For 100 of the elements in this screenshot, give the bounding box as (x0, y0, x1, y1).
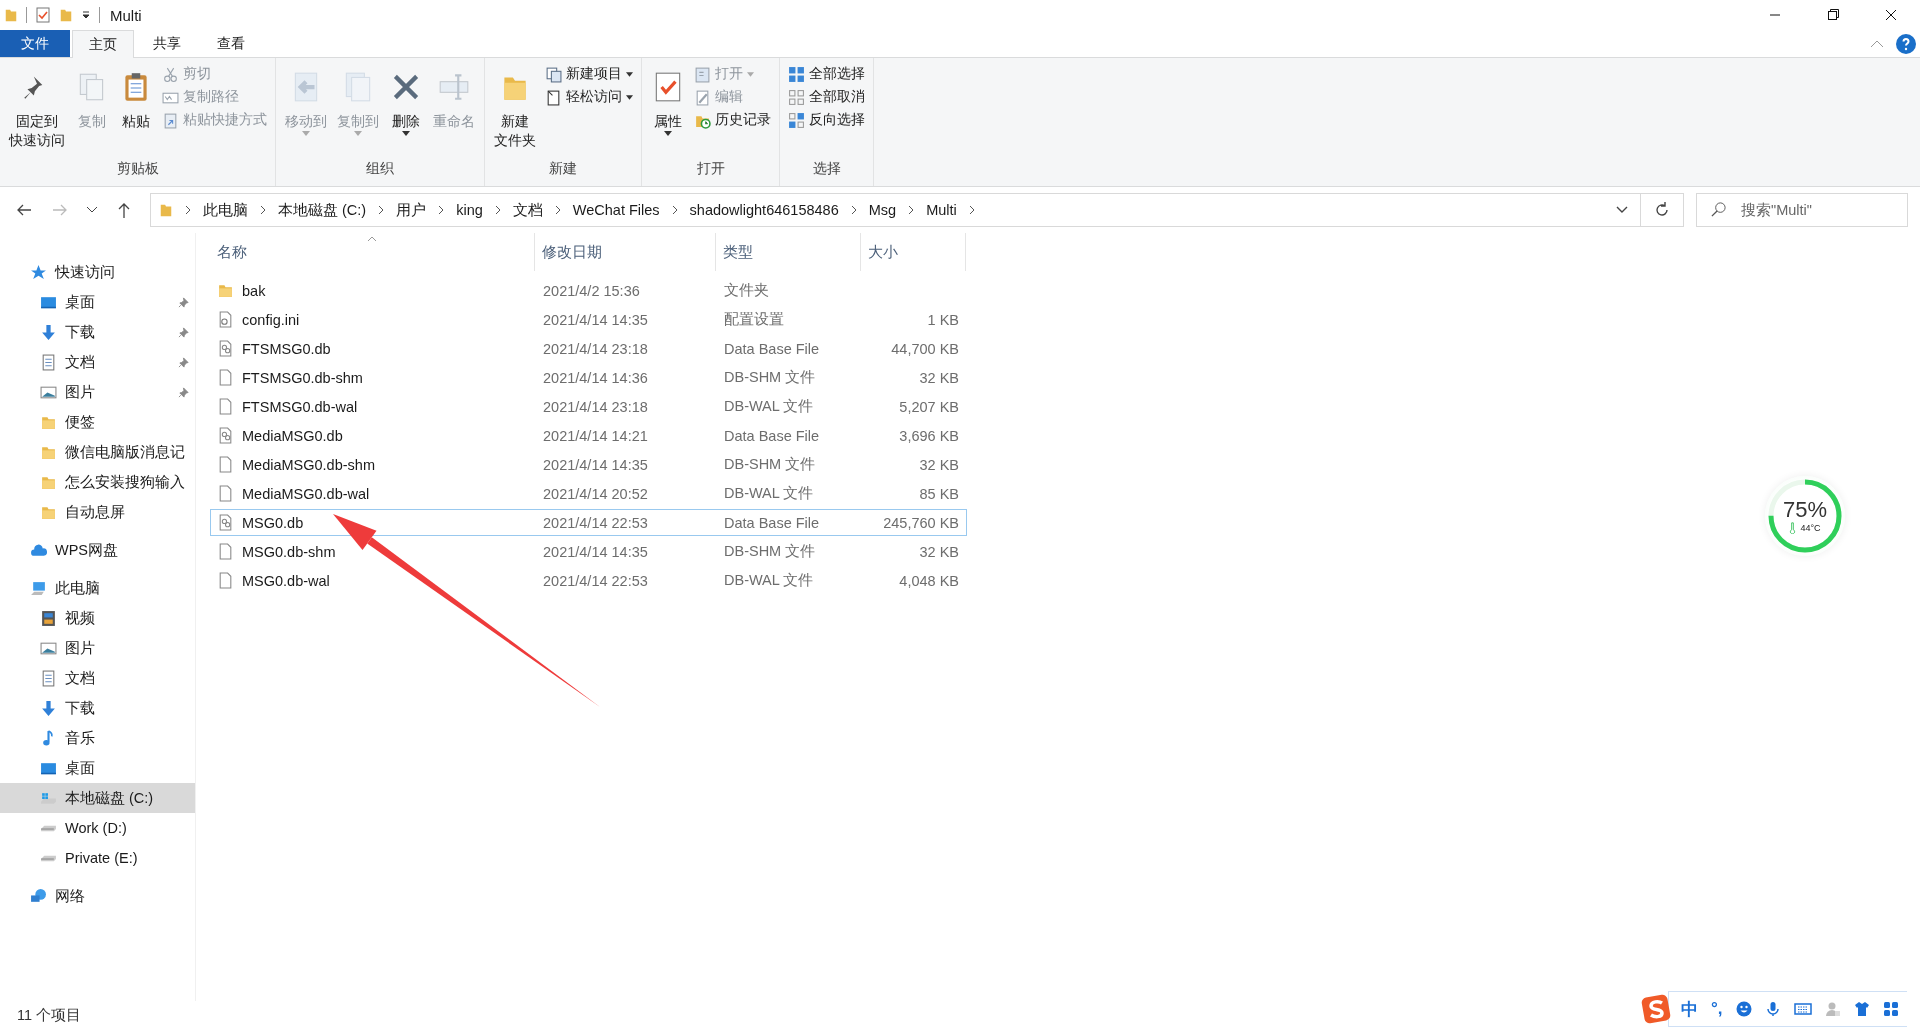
nav-item[interactable]: 便签 (0, 407, 195, 437)
file-name: MediaMSG0.db-shm (242, 456, 375, 473)
file-row[interactable]: FTSMSG0.db-wal 2021/4/14 23:18 DB-WAL 文件 5,207 KB (210, 393, 967, 420)
file-row[interactable]: bak 2021/4/2 15:36 文件夹 (210, 277, 967, 304)
input-mode[interactable]: 中 (1681, 997, 1698, 1021)
chevron-icon[interactable] (378, 205, 385, 215)
column-header[interactable]: 类型 (716, 233, 861, 271)
chevron-icon[interactable] (671, 205, 678, 215)
film-icon (40, 609, 57, 627)
date-cell-text: 2021/4/14 14:36 (542, 369, 649, 386)
keyboard-icon[interactable] (1793, 1002, 1812, 1016)
sort-ascending-icon (367, 236, 377, 242)
microphone-icon[interactable] (1764, 1001, 1781, 1017)
chevron-icon[interactable] (185, 205, 191, 215)
file-row[interactable]: FTSMSG0.db-shm 2021/4/14 14:36 DB-SHM 文件 32 KB (210, 364, 967, 391)
chevron-icon[interactable] (850, 205, 857, 215)
breadcrumb-item[interactable]: king (456, 202, 483, 218)
file-row[interactable]: config.ini 2021/4/14 14:35 配置设置 1 KB (210, 306, 967, 333)
nav-item[interactable]: 此电脑 (0, 573, 195, 603)
help-icon[interactable] (1896, 33, 1916, 54)
chevron-icon[interactable] (438, 205, 445, 215)
search-field[interactable]: 搜索"Multi" (1696, 193, 1908, 227)
nav-item[interactable]: 微信电脑版消息记 (0, 437, 195, 467)
breadcrumb-item[interactable]: Multi (926, 202, 957, 218)
ribbon-button[interactable]: 历史记录 (692, 110, 773, 130)
chevron-icon[interactable] (260, 205, 266, 215)
breadcrumb-item[interactable]: 文档 (512, 200, 543, 220)
file-row[interactable]: MediaMSG0.db-shm 2021/4/14 14:35 DB-SHM 文件 32 KB (210, 451, 967, 478)
file-row[interactable]: MediaMSG0.db-wal 2021/4/14 20:52 DB-WAL 文件 85 KB (210, 480, 967, 507)
dropdown-icon[interactable] (81, 10, 91, 20)
type-cell-text: DB-WAL 文件 (723, 397, 815, 416)
column-header[interactable]: 大小 (861, 233, 966, 271)
file-row[interactable]: MSG0.db-wal 2021/4/14 22:53 DB-WAL 文件 4,048 KB (210, 567, 967, 594)
ribbon-button[interactable]: 反向选择 (786, 110, 867, 130)
sogou-logo-icon[interactable] (1640, 993, 1672, 1025)
nav-item[interactable]: 文档 (0, 663, 195, 693)
ribbon-button[interactable]: 删除 (386, 62, 426, 156)
nav-item[interactable]: 自动息屏 (0, 497, 195, 527)
file-row[interactable]: FTSMSG0.db 2021/4/14 23:18 Data Base File 44,700 KB (210, 335, 967, 362)
breadcrumb-item[interactable]: 此电脑 (203, 200, 248, 220)
breadcrumb-item[interactable]: Msg (868, 202, 897, 218)
ribbon-button[interactable]: 新建 文件夹 (491, 62, 539, 156)
grid-menu-icon[interactable] (1882, 1001, 1899, 1017)
breadcrumb-item[interactable]: shadowlight646158486 (689, 202, 839, 218)
ribbon-button[interactable]: 属性 (648, 62, 688, 156)
nav-item[interactable]: 本地磁盘 (C:) (0, 783, 195, 813)
chevron-icon[interactable] (554, 205, 561, 215)
nav-item[interactable]: 网络 (0, 881, 195, 911)
nav-item[interactable]: 视频 (0, 603, 195, 633)
size-cell: 32 KB (919, 543, 959, 560)
column-header[interactable]: 修改日期 (535, 233, 716, 271)
nav-item[interactable]: 快速访问 (0, 257, 195, 287)
dropdown-icon[interactable] (1616, 206, 1628, 214)
ribbon-button[interactable]: 全部取消 (786, 87, 867, 107)
nav-item[interactable]: 音乐 (0, 723, 195, 753)
punctuation-mode[interactable]: °, (1711, 999, 1723, 1019)
file-row[interactable]: MSG0.db 2021/4/14 22:53 Data Base File 245,760 KB (210, 509, 967, 536)
ribbon-button[interactable]: 新建项目 (543, 64, 635, 84)
properties-icon[interactable] (35, 7, 51, 23)
nav-item[interactable]: 图片 (0, 377, 195, 407)
file-row[interactable]: MediaMSG0.db 2021/4/14 14:21 Data Base File 3,696 KB (210, 422, 967, 449)
nav-item[interactable]: 怎么安装搜狗输入 (0, 467, 195, 497)
chevron-icon[interactable] (494, 205, 501, 215)
drive-icon (40, 854, 57, 862)
drive-icon (40, 824, 57, 832)
file-row[interactable]: MSG0.db-shm 2021/4/14 14:35 DB-SHM 文件 32 KB (210, 538, 967, 565)
breadcrumb-item[interactable]: WeChat Files (572, 202, 660, 218)
open-icon (694, 65, 711, 83)
ribbon-button[interactable]: 固定到 快速访问 (6, 62, 68, 156)
nav-item[interactable]: Private (E:) (0, 843, 195, 873)
nav-item[interactable]: 图片 (0, 633, 195, 663)
download-icon (40, 323, 57, 341)
ribbon-button[interactable]: 轻松访问 (543, 87, 635, 107)
ribbon-button[interactable]: 全部选择 (786, 64, 867, 84)
nav-item[interactable]: WPS网盘 (0, 535, 195, 565)
ribbon-tab[interactable]: 文件 (0, 30, 70, 57)
collapse-ribbon-icon[interactable] (1870, 38, 1884, 49)
smiley-icon[interactable] (1735, 1001, 1752, 1017)
download-icon (40, 699, 57, 717)
size-cell: 85 KB (919, 485, 959, 502)
nav-item[interactable]: 下载 (0, 693, 195, 723)
nav-item[interactable]: Work (D:) (0, 813, 195, 843)
chevron-icon[interactable] (908, 205, 915, 215)
nav-item[interactable]: 文档 (0, 347, 195, 377)
file-icon (217, 369, 234, 386)
refresh-button[interactable] (1641, 193, 1684, 227)
nav-item[interactable]: 桌面 (0, 753, 195, 783)
column-header[interactable]: 名称 (210, 233, 535, 271)
breadcrumb-item[interactable]: 本地磁盘 (C:) (278, 200, 367, 220)
chevron-icon[interactable] (968, 205, 975, 215)
nav-item[interactable]: 下载 (0, 317, 195, 347)
shirt-icon[interactable] (1853, 1001, 1870, 1017)
ribbon-tab[interactable]: 主页 (72, 30, 134, 58)
group-label: 打开 (695, 159, 726, 178)
ribbon-button[interactable]: 粘贴 (116, 62, 156, 156)
recent-locations-icon[interactable] (86, 206, 98, 214)
memory-usage-widget[interactable]: 75% 44°C (1765, 476, 1845, 556)
address-bar[interactable]: 此电脑 本地磁盘 (C:) 用户 king 文档 WeChat Files shadowlight646158486 Msg Multi (150, 193, 1641, 227)
nav-item[interactable]: 桌面 (0, 287, 195, 317)
breadcrumb-item[interactable]: 用户 (396, 200, 427, 220)
